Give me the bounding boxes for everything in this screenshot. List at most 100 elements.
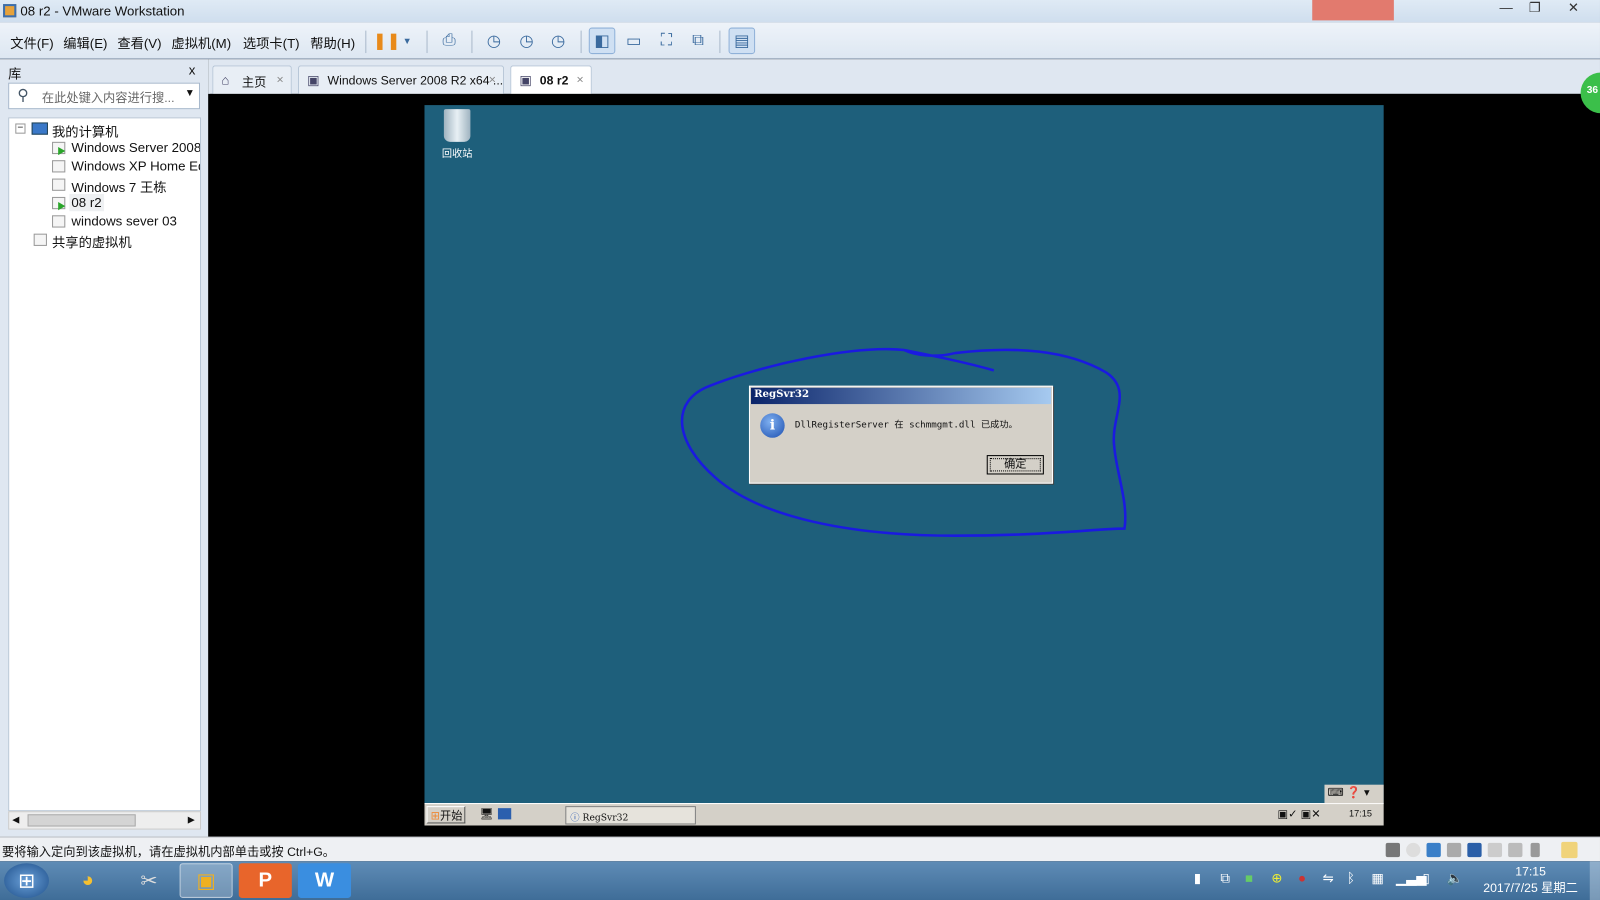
message-log-icon[interactable] — [1561, 841, 1578, 859]
language-bar[interactable]: ⌨ ❓ ▾ — [1324, 784, 1384, 804]
regsvr32-dialog: RegSvr32 i DllRegisterServer 在 schmmgmt.… — [748, 385, 1054, 484]
scroll-right-icon[interactable]: ▶ — [188, 814, 195, 825]
running-icon — [58, 202, 66, 211]
network-tray-icon[interactable]: ⇋ — [1322, 870, 1333, 886]
cd-icon[interactable] — [1406, 842, 1421, 858]
running-icon — [58, 146, 66, 156]
tab-label: 08 r2 — [539, 73, 569, 88]
divider — [365, 30, 367, 54]
library-close-button[interactable]: x — [189, 62, 196, 77]
host-taskbar: ⊞ ◕ ✂ ▣ P W — [0, 861, 1600, 900]
horizontal-scrollbar[interactable]: ◀ ▶ — [8, 811, 202, 830]
guest-taskbar: ⊞开始 🖥 ⓘ RegSvr32 ▣✓ ▣✕ 17:15 — [424, 803, 1384, 826]
battery-icon[interactable]: ▯ — [1422, 870, 1429, 886]
vm-icon — [52, 178, 66, 191]
menu-edit[interactable]: 编辑(E) — [63, 33, 107, 52]
wps-presentation-icon[interactable]: P — [238, 863, 292, 898]
guest-task-regsvr32[interactable]: ⓘ RegSvr32 — [565, 806, 696, 825]
menu-view[interactable]: 查看(V) — [117, 33, 161, 52]
collapse-toggle[interactable]: − — [15, 123, 26, 134]
library-search-input[interactable]: ⚲ 在此处键入内容进行搜... ▼ — [8, 82, 200, 110]
tab-label: Windows Server 2008 R2 x64 ... — [327, 73, 504, 88]
snapshot-manager-icon[interactable]: ◷ — [545, 28, 572, 55]
menu-vm[interactable]: 虚拟机(M) — [171, 33, 231, 52]
guest-tray-icons[interactable]: ▣✓ ▣✕ — [1278, 807, 1321, 820]
qq-browser-icon[interactable]: ◕ — [61, 863, 114, 898]
tab-close-icon[interactable]: × — [577, 72, 584, 86]
tab-close-icon[interactable]: × — [489, 72, 496, 86]
status-bar: 要将输入定向到该虚拟机，请在虚拟机内部单击或按 Ctrl+G。 — [0, 836, 1600, 862]
pause-icon[interactable]: ❚❚ — [373, 28, 400, 55]
scroll-left-icon[interactable]: ◀ — [12, 814, 19, 825]
tab-home[interactable]: ⌂ 主页 × — [212, 65, 292, 94]
antivirus-tray-icon[interactable]: ● — [1298, 870, 1306, 885]
host-clock[interactable]: 17:15 2017/7/25 星期二 — [1469, 863, 1591, 896]
close-button[interactable]: ✕ — [1559, 0, 1588, 18]
minimize-button[interactable]: — — [1492, 0, 1521, 18]
home-icon: ⌂ — [221, 72, 230, 88]
guest-start-button[interactable]: ⊞开始 — [426, 806, 466, 824]
start-orb-icon[interactable]: ⊞ — [4, 863, 49, 898]
tree-item-shared-vms[interactable]: 共享的虚拟机 — [52, 232, 132, 251]
menu-file[interactable]: 文件(F) — [10, 33, 53, 52]
tab-label: 主页 — [241, 75, 267, 90]
usb-icon[interactable] — [1530, 842, 1540, 858]
floppy-icon[interactable] — [1487, 842, 1503, 858]
tab-windows-server-2008[interactable]: ▣ Windows Server 2008 R2 x64 ... × — [297, 65, 505, 94]
send-ctrl-alt-del-icon[interactable]: ⎙ — [436, 28, 463, 55]
menu-tabs[interactable]: 选项卡(T) — [243, 33, 300, 52]
title-bar: 08 r2 - VMware Workstation — ❐ ✕ — [0, 0, 1600, 23]
dropdown-icon[interactable]: ▼ — [398, 28, 416, 55]
security-tray-icon[interactable]: ⊕ — [1271, 870, 1282, 886]
snipping-tool-icon[interactable]: ✂ — [122, 863, 175, 898]
show-desktop-icon[interactable] — [497, 808, 512, 820]
menu-help[interactable]: 帮助(H) — [310, 33, 355, 52]
dialog-message: DllRegisterServer 在 schmmgmt.dll 已成功。 — [794, 420, 1018, 431]
clock-time: 17:15 — [1515, 864, 1546, 879]
divider — [426, 30, 428, 54]
snapshot-take-icon[interactable]: ◷ — [481, 28, 508, 55]
chevron-down-icon[interactable]: ▼ — [185, 88, 195, 99]
help-icon: ❓ — [1346, 786, 1361, 799]
divider — [471, 30, 473, 54]
snapshot-revert-icon[interactable]: ◷ — [513, 28, 540, 55]
divider — [719, 30, 721, 54]
vmware-taskbar-icon[interactable]: ▣ — [179, 863, 233, 898]
show-desktop-button[interactable] — [1589, 861, 1600, 900]
hard-disk-icon[interactable] — [1385, 842, 1400, 858]
bluetooth-icon[interactable]: ᛒ — [1347, 870, 1355, 885]
intel-tray-icon[interactable]: ▦ — [1371, 870, 1384, 886]
title-decoration — [1312, 0, 1394, 21]
library-title: 库 — [8, 66, 22, 82]
thumbnail-view-icon[interactable]: ▤ — [728, 27, 756, 55]
camera-icon[interactable] — [1508, 842, 1523, 858]
scrollbar-thumb[interactable] — [27, 814, 136, 827]
nvidia-tray-icon[interactable]: ■ — [1245, 870, 1253, 885]
wps-writer-icon[interactable]: W — [297, 863, 352, 898]
info-icon: ⓘ — [570, 813, 580, 824]
clock-date: 2017/7/25 星期二 — [1483, 880, 1578, 895]
restore-button[interactable]: ❐ — [1520, 0, 1549, 18]
server-manager-icon[interactable]: 🖥 — [480, 807, 494, 820]
shared-vms-icon — [33, 233, 47, 246]
unity-icon[interactable]: ⧉ — [685, 28, 712, 55]
console-view-icon[interactable]: ▭ — [620, 28, 647, 55]
usb-tray-icon[interactable]: ▮ — [1194, 870, 1201, 886]
fullscreen-icon[interactable]: ⛶ — [653, 28, 680, 55]
volume-icon[interactable]: 🔈 — [1447, 870, 1464, 886]
divider — [580, 30, 582, 54]
tab-bar: ⌂ 主页 × ▣ Windows Server 2008 R2 x64 ... × ▣ 0… — [208, 59, 1600, 94]
display-tray-icon[interactable]: ⧉ — [1220, 870, 1229, 886]
vm-tab-icon: ▣ — [307, 72, 320, 88]
status-hint: 要将输入定向到该虚拟机，请在虚拟机内部单击或按 Ctrl+G。 — [2, 844, 336, 860]
printer-icon[interactable] — [1446, 842, 1462, 858]
menu-bar: 文件(F) 编辑(E) 查看(V) 虚拟机(M) 选项卡(T) 帮助(H) ❚❚… — [0, 22, 1600, 60]
show-library-icon[interactable]: ◧ — [588, 27, 616, 55]
tab-close-icon[interactable]: × — [277, 72, 284, 86]
sound-icon[interactable] — [1467, 842, 1482, 858]
tree-root-my-computer[interactable]: 我的计算机 — [52, 121, 118, 140]
window-title: 08 r2 - VMware Workstation — [20, 3, 185, 19]
network-icon[interactable] — [1426, 842, 1441, 858]
ok-button[interactable]: 确定 — [986, 455, 1044, 475]
tab-08-r2[interactable]: ▣ 08 r2 × — [510, 65, 592, 94]
